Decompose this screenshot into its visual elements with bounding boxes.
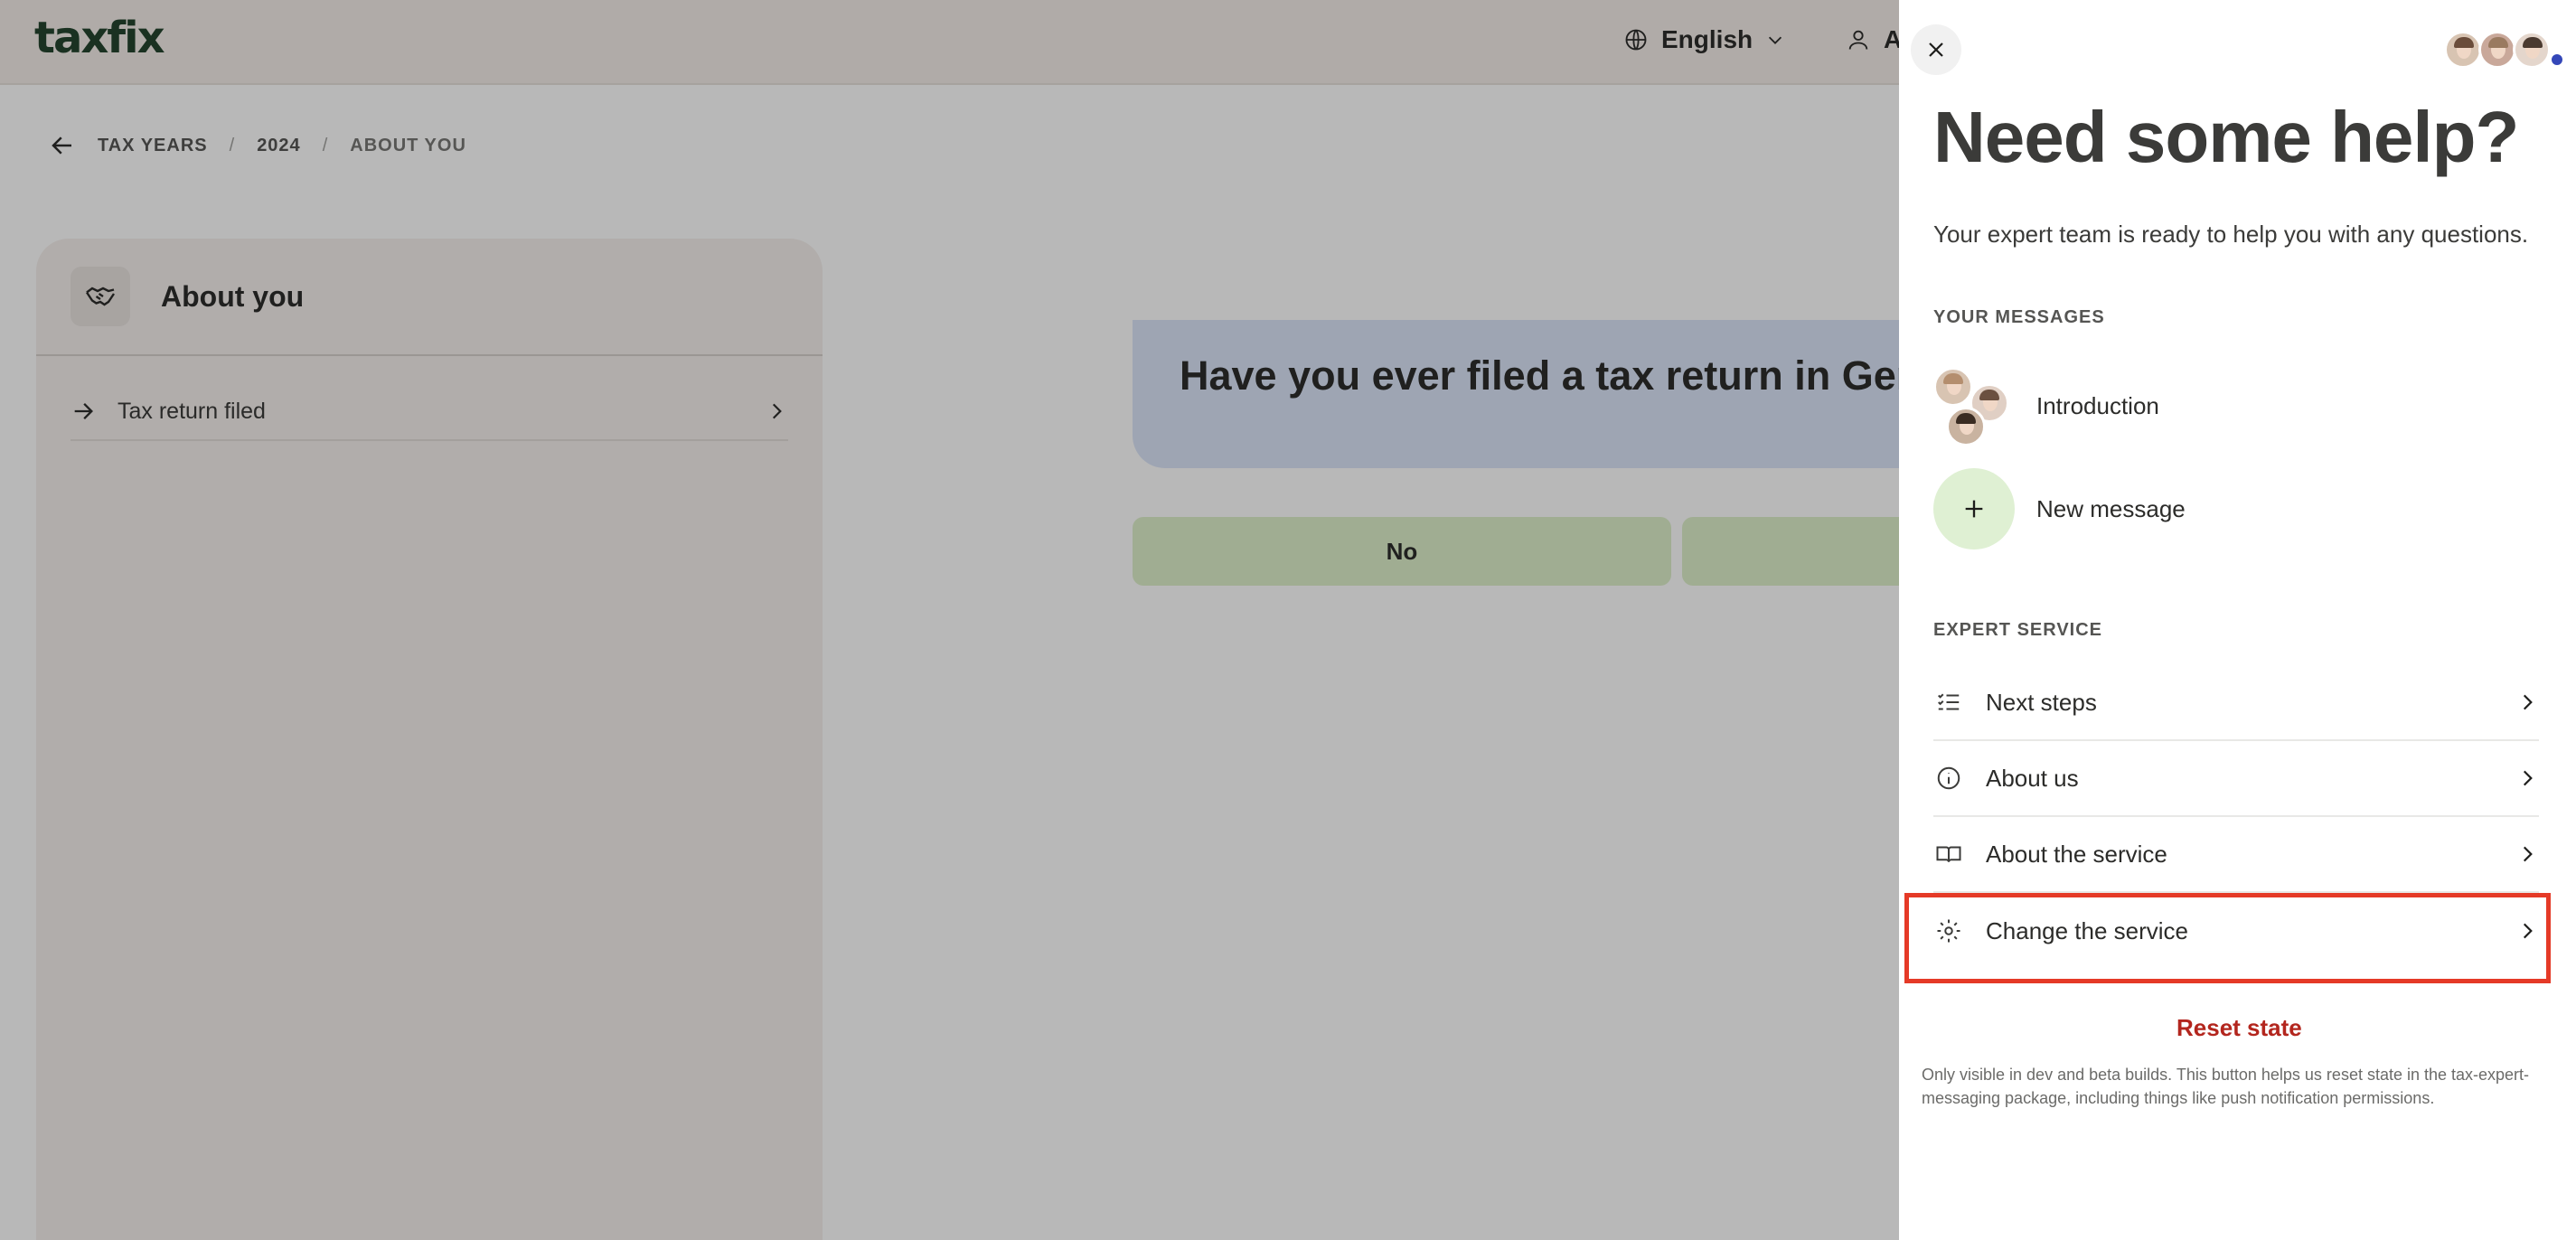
- help-panel-title: Need some help?: [1933, 97, 2519, 177]
- service-item-about-us[interactable]: About us: [1933, 741, 2539, 817]
- message-label: Introduction: [2036, 391, 2159, 419]
- chevron-right-icon: [2523, 770, 2533, 786]
- chevron-right-icon: [2523, 694, 2533, 710]
- expert-service-section-label: EXPERT SERVICE: [1933, 620, 2103, 640]
- help-panel-subtitle: Your expert team is ready to help you wi…: [1933, 221, 2529, 248]
- message-label: New message: [2036, 494, 2186, 522]
- message-item-introduction[interactable]: Introduction: [1933, 365, 2159, 446]
- message-avatars: [1933, 365, 2036, 446]
- service-item-label: Next steps: [1986, 688, 2097, 716]
- avatar: [1933, 367, 1973, 407]
- avatar: [1946, 407, 1986, 446]
- service-item-label: About us: [1986, 764, 2079, 792]
- plus-icon: [1933, 468, 2015, 550]
- verified-badge-icon: [2550, 52, 2564, 67]
- avatar: [2444, 31, 2482, 69]
- info-icon: [1933, 763, 1964, 794]
- service-item-label: About the service: [1986, 840, 2167, 868]
- avatar: [2478, 31, 2516, 69]
- close-icon: [1929, 42, 1943, 57]
- avatar: [2513, 31, 2551, 69]
- reset-state-note: Only visible in dev and beta builds. Thi…: [1922, 1066, 2530, 1107]
- reset-state-button[interactable]: Reset state: [2176, 1014, 2302, 1042]
- service-item-next-steps[interactable]: Next steps: [1933, 665, 2539, 741]
- close-button[interactable]: [1911, 24, 1961, 75]
- checklist-icon: [1933, 687, 1964, 718]
- expert-avatars: [2444, 31, 2551, 69]
- new-message-button[interactable]: New message: [1933, 468, 2186, 550]
- service-item-about-the-service[interactable]: About the service: [1933, 817, 2539, 893]
- chevron-right-icon: [2523, 846, 2533, 862]
- highlight-box: [1904, 893, 2551, 983]
- book-icon: [1933, 839, 1964, 869]
- messages-section-label: YOUR MESSAGES: [1933, 307, 2105, 327]
